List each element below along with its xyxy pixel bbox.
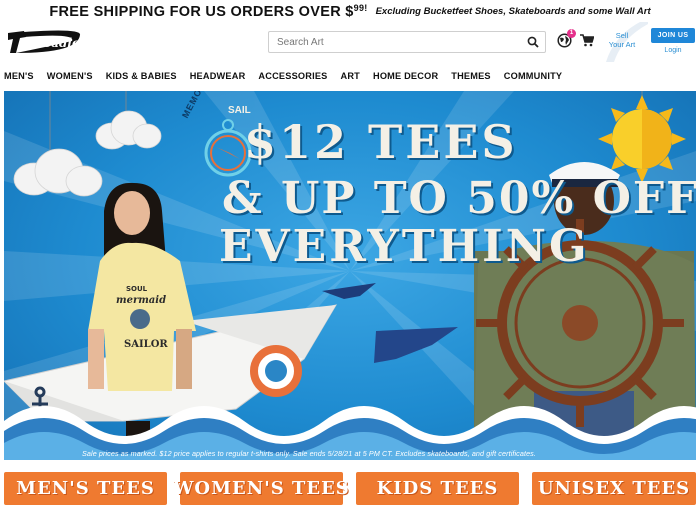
nav-item-home-decor[interactable]: HOME DECOR xyxy=(373,71,438,81)
nav-item-womens[interactable]: WOMEN'S xyxy=(47,71,93,81)
hero-disclaimer: Sale prices as marked. $12 price applies… xyxy=(82,449,536,458)
hero-headline-discount: & UP TO 50% OFF xyxy=(222,173,696,224)
kids-tees-button[interactable]: KIDS TEES xyxy=(356,472,519,505)
svg-text:threadless: threadless xyxy=(23,36,82,50)
mens-tees-button[interactable]: MEN'S TEES xyxy=(4,472,167,505)
svg-text:SAILOR: SAILOR xyxy=(124,339,168,350)
nav-item-themes[interactable]: THEMES xyxy=(451,71,490,81)
search-icon[interactable] xyxy=(527,36,539,48)
search-bar xyxy=(268,31,546,53)
svg-text:mermaid: mermaid xyxy=(116,295,166,306)
cart-icon[interactable] xyxy=(580,34,594,47)
site-header: threadless 1 Sell Your Art JOIN US Login xyxy=(0,22,700,62)
svg-text:SOUL: SOUL xyxy=(126,285,148,293)
paper-cloud-left xyxy=(13,91,162,197)
nav-item-headwear[interactable]: HEADWEAR xyxy=(190,71,246,81)
promo-banner: FREE SHIPPING FOR US ORDERS OVER $99! Ex… xyxy=(0,0,700,22)
hero-banner[interactable]: SOUL mermaid SAILOR SAIL $12 TEES & UP T… xyxy=(4,91,696,460)
promo-subtext: Excluding Bucketfeet Shoes, Skateboards … xyxy=(375,5,651,17)
nav-item-kids-babies[interactable]: KIDS & BABIES xyxy=(106,71,177,81)
category-buttons: MEN'S TEES WOMEN'S TEES KIDS TEES UNISEX… xyxy=(0,470,700,509)
hero-headline-everything: EVERYTHING xyxy=(219,221,590,272)
nav-item-accessories[interactable]: ACCESSORIES xyxy=(258,71,327,81)
hero-headline-price: $12 TEES xyxy=(244,115,518,169)
paper-fish-small xyxy=(322,283,376,299)
promo-headline: FREE SHIPPING FOR US ORDERS OVER $99! xyxy=(49,2,368,20)
sell-your-art-link[interactable]: Sell Your Art xyxy=(606,31,638,49)
nav-item-mens[interactable]: MEN'S xyxy=(4,71,34,81)
life-ring xyxy=(250,345,302,397)
login-link[interactable]: Login xyxy=(651,47,695,54)
unisex-tees-button[interactable]: UNISEX TEES xyxy=(532,472,696,505)
womens-tees-button[interactable]: WOMEN'S TEES xyxy=(173,472,349,505)
main-nav: MEN'S WOMEN'S KIDS & BABIES HEADWEAR ACC… xyxy=(0,63,700,89)
cart-count-badge: 1 xyxy=(567,29,576,38)
threadless-logo[interactable]: threadless xyxy=(6,29,82,55)
join-us-button[interactable]: JOIN US xyxy=(651,28,695,43)
nav-item-art[interactable]: ART xyxy=(341,71,360,81)
search-input[interactable] xyxy=(269,32,519,52)
nav-item-community[interactable]: COMMUNITY xyxy=(504,71,562,81)
